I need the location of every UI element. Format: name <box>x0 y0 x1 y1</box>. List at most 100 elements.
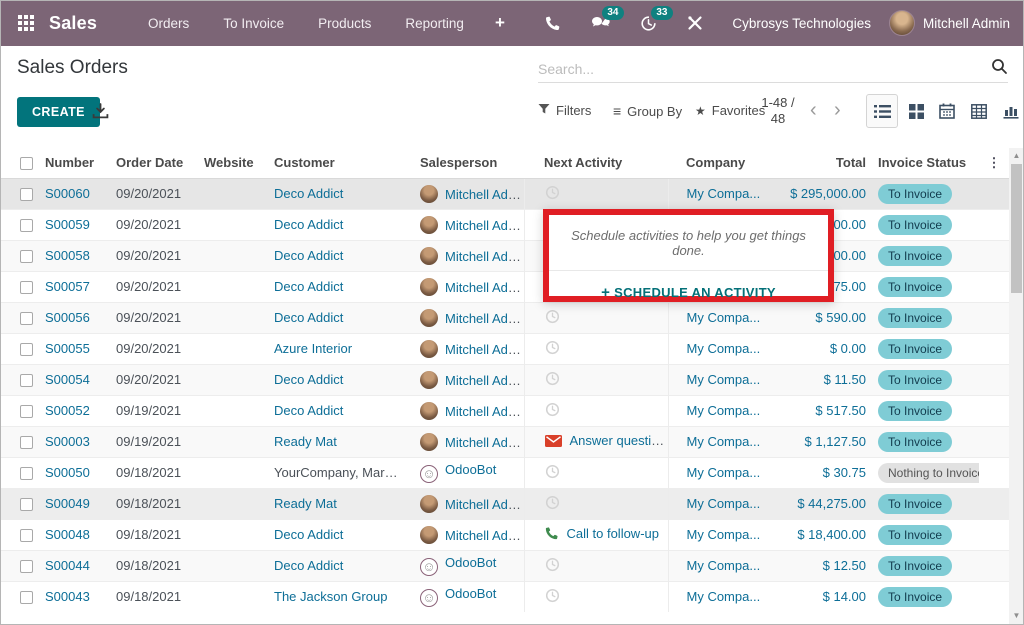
order-number-link[interactable]: S00060 <box>45 186 90 201</box>
salesperson-link[interactable]: OdooBot <box>445 462 496 477</box>
view-pivot-button[interactable] <box>963 94 995 128</box>
table-row[interactable]: S0000309/19/2021Ready MatMitchell AdminA… <box>0 426 1009 457</box>
table-row[interactable]: S0005809/20/2021Deco AddictMitchell Admi… <box>0 240 1009 271</box>
clock-icon[interactable] <box>545 467 560 482</box>
menu-to-invoice[interactable]: To Invoice <box>206 16 301 31</box>
table-row[interactable]: S0005909/20/2021Deco AddictMitchell Admi… <box>0 209 1009 240</box>
salesperson-link[interactable]: Mitchell Admin <box>445 497 524 512</box>
salesperson-link[interactable]: Mitchell Admin <box>445 342 524 357</box>
salesperson-link[interactable]: Mitchell Admin <box>445 528 524 543</box>
company-link[interactable]: My Compa... <box>687 186 761 201</box>
clock-icon[interactable] <box>545 591 560 606</box>
envelope-icon[interactable] <box>545 435 562 450</box>
scroll-down-icon[interactable]: ▼ <box>1009 609 1024 623</box>
row-checkbox[interactable] <box>20 281 33 294</box>
company-switcher[interactable]: Cybrosys Technologies <box>732 16 871 31</box>
col-header-order-date[interactable]: Order Date <box>100 148 186 178</box>
table-row[interactable]: S0004909/18/2021Ready MatMitchell AdminM… <box>0 488 1009 519</box>
company-link[interactable]: My Compa... <box>687 341 761 356</box>
salesperson-link[interactable]: Mitchell Admin <box>445 435 524 450</box>
scrollbar-thumb[interactable] <box>1011 164 1022 293</box>
create-button[interactable]: CREATE <box>17 97 100 127</box>
clock-icon[interactable] <box>545 343 560 358</box>
salesperson-link[interactable]: Mitchell Admin <box>445 280 524 295</box>
salesperson-link[interactable]: Mitchell Admin <box>445 218 524 233</box>
company-link[interactable]: My Compa... <box>687 527 761 542</box>
customer-link[interactable]: Ready Mat <box>274 496 337 511</box>
select-all-checkbox[interactable] <box>20 157 33 170</box>
table-row[interactable]: S0005509/20/2021Azure InteriorMitchell A… <box>0 333 1009 364</box>
customer-link[interactable]: Azure Interior <box>274 341 352 356</box>
table-row[interactable]: S0004809/18/2021Deco AddictMitchell Admi… <box>0 519 1009 550</box>
row-checkbox[interactable] <box>20 498 33 511</box>
table-row[interactable]: S0005609/20/2021Deco AddictMitchell Admi… <box>0 302 1009 333</box>
customer-link[interactable]: Deco Addict <box>274 527 343 542</box>
view-kanban-button[interactable] <box>900 94 932 128</box>
row-checkbox[interactable] <box>20 250 33 263</box>
company-link[interactable]: My Compa... <box>687 403 761 418</box>
row-checkbox[interactable] <box>20 188 33 201</box>
menu-plus[interactable]: + <box>481 13 519 33</box>
order-number-link[interactable]: S00054 <box>45 372 90 387</box>
export-download-icon[interactable] <box>92 103 109 125</box>
customer-link[interactable]: Deco Addict <box>274 310 343 325</box>
view-list-button[interactable] <box>866 94 898 128</box>
row-checkbox[interactable] <box>20 467 33 480</box>
col-header-total[interactable]: Total <box>780 148 868 178</box>
pager-previous-icon[interactable]: ‹ <box>810 100 817 120</box>
customer-link[interactable]: Deco Addict <box>274 279 343 294</box>
order-number-link[interactable]: S00003 <box>45 434 90 449</box>
table-row[interactable]: S0005009/18/2021YourCompany, Marc D...☺O… <box>0 457 1009 488</box>
order-number-link[interactable]: S00055 <box>45 341 90 356</box>
optional-columns-icon[interactable]: ⋮ <box>979 148 1009 178</box>
scroll-up-icon[interactable]: ▲ <box>1009 149 1024 163</box>
activities-icon[interactable]: 33 <box>640 15 657 32</box>
apps-menu-icon[interactable] <box>18 15 35 32</box>
row-checkbox[interactable] <box>20 560 33 573</box>
row-checkbox[interactable] <box>20 219 33 232</box>
row-checkbox[interactable] <box>20 343 33 356</box>
activity-label[interactable]: Answer questions <box>570 433 669 448</box>
row-checkbox[interactable] <box>20 436 33 449</box>
company-link[interactable]: My Compa... <box>687 558 761 573</box>
table-row[interactable]: S0005409/20/2021Deco AddictMitchell Admi… <box>0 364 1009 395</box>
order-number-link[interactable]: S00050 <box>45 465 90 480</box>
salesperson-link[interactable]: Mitchell Admin <box>445 187 524 202</box>
order-number-link[interactable]: S00058 <box>45 248 90 263</box>
menu-reporting[interactable]: Reporting <box>388 16 481 31</box>
search-input[interactable] <box>538 61 991 77</box>
col-header-customer[interactable]: Customer <box>256 148 402 178</box>
clock-icon[interactable] <box>545 560 560 575</box>
menu-orders[interactable]: Orders <box>131 16 206 31</box>
order-number-link[interactable]: S00049 <box>45 496 90 511</box>
view-calendar-button[interactable] <box>931 94 963 128</box>
favorites-button[interactable]: ★ Favorites <box>695 103 765 118</box>
company-link[interactable]: My Compa... <box>687 310 761 325</box>
customer-link[interactable]: Deco Addict <box>274 403 343 418</box>
company-link[interactable]: My Compa... <box>687 465 761 480</box>
row-checkbox[interactable] <box>20 374 33 387</box>
company-link[interactable]: My Compa... <box>687 434 761 449</box>
col-header-salesperson[interactable]: Salesperson <box>402 148 524 178</box>
order-number-link[interactable]: S00059 <box>45 217 90 232</box>
col-header-next-activity[interactable]: Next Activity <box>524 148 668 178</box>
phone-icon[interactable] <box>545 15 561 31</box>
col-header-invoice-status[interactable]: Invoice Status <box>868 148 979 178</box>
salesperson-link[interactable]: OdooBot <box>445 586 496 601</box>
customer-link[interactable]: The Jackson Group <box>274 589 387 604</box>
order-number-link[interactable]: S00044 <box>45 558 90 573</box>
clock-icon[interactable] <box>545 405 560 420</box>
user-menu[interactable]: Mitchell Admin <box>923 16 1010 31</box>
search-icon[interactable] <box>991 58 1008 80</box>
company-link[interactable]: My Compa... <box>687 496 761 511</box>
clock-icon[interactable] <box>545 498 560 513</box>
order-number-link[interactable]: S00043 <box>45 589 90 604</box>
messages-icon[interactable]: 34 <box>591 15 610 31</box>
table-row[interactable]: S0005209/19/2021Deco AddictMitchell Admi… <box>0 395 1009 426</box>
customer-link[interactable]: Deco Addict <box>274 186 343 201</box>
order-number-link[interactable]: S00057 <box>45 279 90 294</box>
activity-label[interactable]: Call to follow-up <box>567 526 660 541</box>
salesperson-link[interactable]: OdooBot <box>445 555 496 570</box>
salesperson-link[interactable]: Mitchell Admin <box>445 249 524 264</box>
customer-link[interactable]: YourCompany, Marc D... <box>274 465 402 480</box>
